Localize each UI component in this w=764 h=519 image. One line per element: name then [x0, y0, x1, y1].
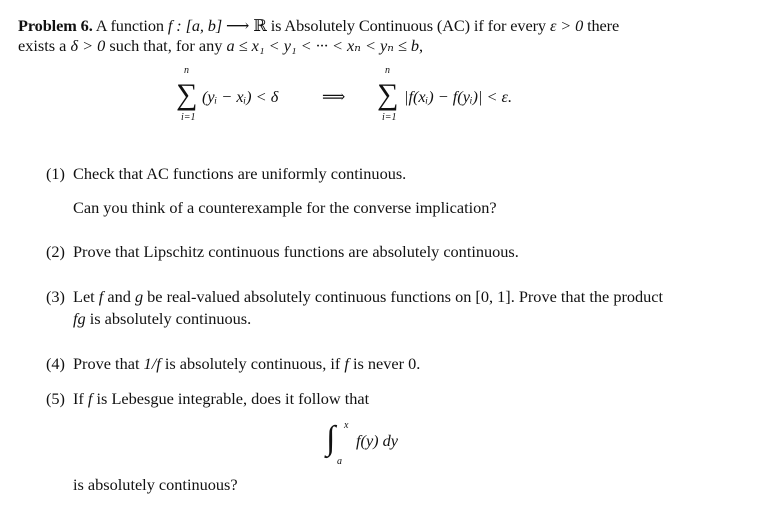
integral-expr: f(y) dy: [356, 432, 398, 450]
text-segment: ⟹: [322, 87, 346, 106]
integral-sign: ∫: [326, 420, 336, 457]
sum-expr-left: (yᵢ − xᵢ) < δ: [202, 88, 278, 106]
sum-upper-1: n: [184, 65, 189, 76]
text-segment: such that, for any: [105, 36, 227, 55]
text-segment: Prove that: [73, 354, 144, 373]
text-segment: ℝ: [253, 16, 267, 35]
math-expression: a ≤ x₁ < y₁ < ··· < xₙ < yₙ ≤ b: [226, 36, 420, 55]
text-segment: and: [103, 287, 135, 306]
math-expression: δ > 0: [70, 36, 106, 55]
problem-heading: Problem 6.: [18, 16, 93, 35]
item-3-text-cont: fg is absolutely continuous.: [73, 310, 251, 328]
text-segment: (4): [46, 354, 65, 373]
text-segment: (3): [46, 287, 65, 306]
text-segment: [0, 1]: [475, 287, 511, 306]
sum-expr-right: |f(xᵢ) − f(yᵢ)| < ε.: [404, 88, 512, 106]
item-5-text: If f is Lebesgue integrable, does it fol…: [73, 390, 369, 408]
problem-line-1: Problem 6. A function f : [a, b] ⟶ ℝ is …: [18, 17, 619, 35]
text-segment: is Absolutely Continuous (AC) if for eve…: [266, 16, 550, 35]
item-1-text: Check that AC functions are uniformly co…: [73, 165, 406, 183]
text-segment: (1): [46, 164, 65, 183]
sum-sign-2: ∑: [377, 78, 399, 111]
math-expression: f(y) dy: [356, 431, 399, 450]
item-3-text: Let f and g be real-valued absolutely co…: [73, 288, 663, 306]
integral-upper: x: [344, 420, 349, 431]
math-expression: |f(xᵢ) − f(yᵢ)| < ε.: [404, 87, 513, 106]
text-segment: If: [73, 389, 88, 408]
item-4-text: Prove that 1/f is absolutely continuous,…: [73, 355, 420, 373]
item-1-followup: Can you think of a counterexample for th…: [73, 199, 497, 217]
math-expression: 1/f: [143, 354, 161, 373]
item-4-number: (4): [46, 355, 65, 373]
sum-lower-1: i=1: [181, 112, 196, 123]
text-segment: is never: [348, 354, 409, 373]
sum-lower-2: i=1: [382, 112, 397, 123]
problem-line-2: exists a δ > 0 such that, for any a ≤ x₁…: [18, 37, 423, 55]
sum-upper-2: n: [385, 65, 390, 76]
text-segment: is Lebesgue integrable, does it follow t…: [92, 389, 370, 408]
math-expression: g: [134, 287, 144, 306]
item-3-number: (3): [46, 288, 65, 306]
item-1-number: (1): [46, 165, 65, 183]
text-segment: exists a: [18, 36, 71, 55]
math-expression: fg: [73, 309, 86, 328]
text-segment: be real-valued absolutely continuous fun…: [143, 287, 476, 306]
implies-symbol: ⟹: [322, 88, 345, 106]
text-segment: there: [583, 16, 620, 35]
text-segment: Can you think of a counterexample for th…: [73, 198, 497, 217]
text-segment: A function: [92, 16, 168, 35]
item-2-text: Prove that Lipschitz continuous function…: [73, 243, 519, 261]
text-segment: (5): [46, 389, 65, 408]
text-segment: (2): [46, 242, 65, 261]
item-5-conclusion: is absolutely continuous?: [73, 476, 238, 494]
math-expression: f : [a, b] ⟶: [167, 16, 254, 35]
text-segment: ,: [419, 36, 424, 55]
integral-lower: a: [337, 456, 342, 467]
math-expression: ε > 0: [549, 16, 584, 35]
text-segment: . Prove that the product: [510, 287, 664, 306]
text-segment: Let: [73, 287, 99, 306]
text-segment: is absolutely continuous, if: [160, 354, 345, 373]
sum-sign-1: ∑: [176, 78, 198, 111]
text-segment: is absolutely continuous?: [73, 475, 238, 494]
text-segment: Prove that Lipschitz continuous function…: [73, 242, 519, 261]
text-segment: is absolutely continuous.: [85, 309, 252, 328]
item-5-number: (5): [46, 390, 65, 408]
text-segment: .: [416, 354, 421, 373]
text-segment: Check that AC functions are uniformly co…: [73, 164, 407, 183]
math-expression: (yᵢ − xᵢ) < δ: [202, 87, 279, 106]
item-2-number: (2): [46, 243, 65, 261]
